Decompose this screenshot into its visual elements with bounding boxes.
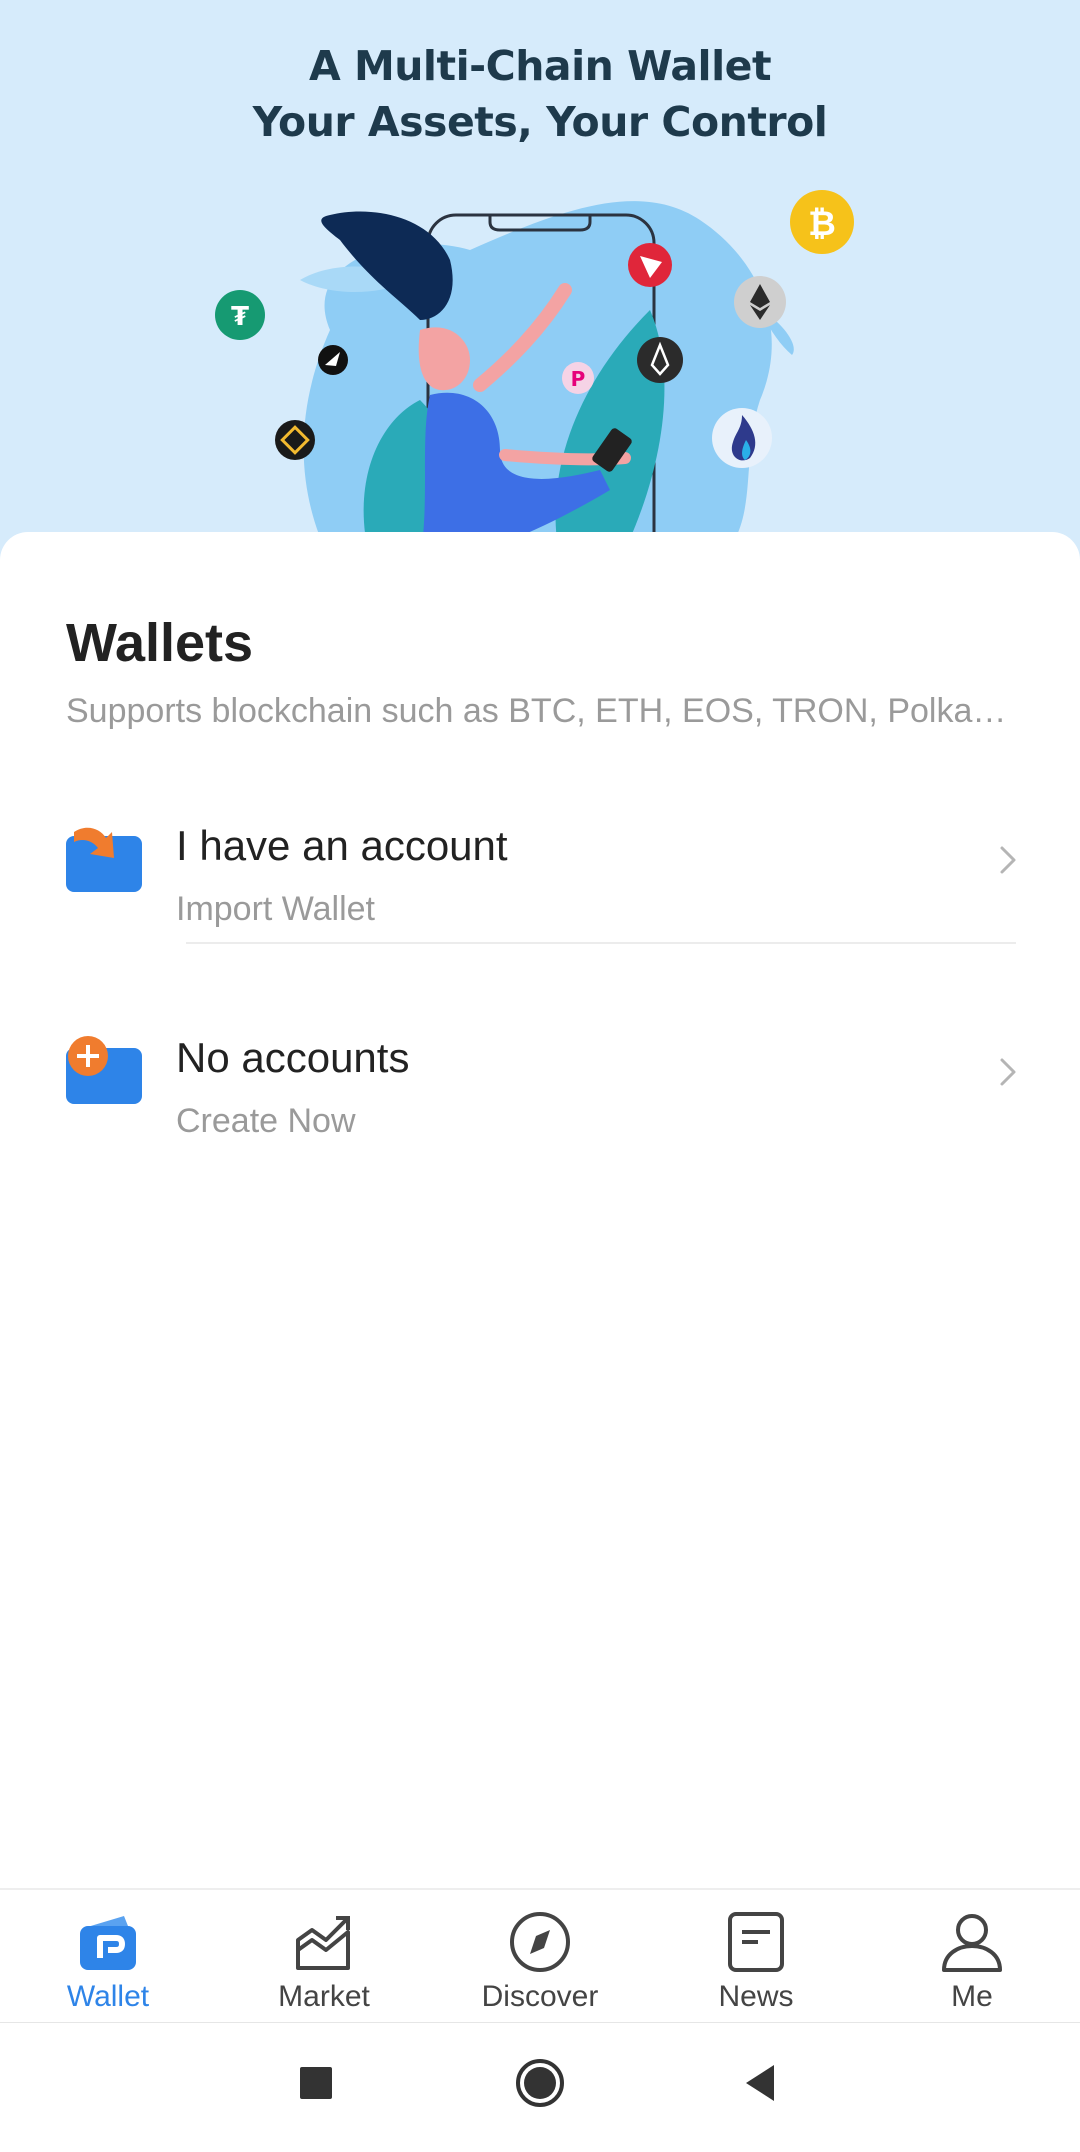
news-icon [728,1912,784,1972]
nav-label-wallet: Wallet [66,1980,150,2013]
svg-text:P: P [571,367,586,391]
import-wallet-icon [66,827,142,892]
wallets-card: Wallets Supports blockchain such as BTC,… [0,532,1080,1892]
create-wallet-icon [66,1036,142,1104]
compass-icon [510,1912,570,1972]
nav-label-discover: Discover [481,1980,599,2013]
back-button[interactable] [732,2053,792,2113]
svg-text:₿: ₿ [808,204,836,244]
market-chart-icon [296,1916,350,1970]
nav-item-me[interactable]: Me [864,1890,1080,2024]
recents-button[interactable] [286,2053,346,2113]
hero-illustration: ₿ ₮ P [215,190,854,560]
nav-item-discover[interactable]: Discover [432,1890,648,2024]
system-navigation-bar [0,2022,1080,2152]
chevron-right-icon [1000,846,1016,874]
nav-item-wallet[interactable]: Wallet [0,1890,216,2024]
chevron-right-icon [1000,1058,1016,1086]
nav-label-me: Me [951,1980,993,2013]
import-wallet-title: I have an account [176,822,508,869]
import-wallet-row[interactable]: I have an account Import Wallet [0,782,1080,982]
nav-item-news[interactable]: News [648,1890,864,2024]
wallet-icon [80,1916,136,1970]
create-wallet-subtitle: Create Now [176,1102,356,1140]
svg-text:₮: ₮ [231,302,249,332]
person-icon [942,1914,1002,1972]
nav-label-news: News [718,1980,794,2013]
home-button[interactable] [510,2053,570,2113]
row-divider [186,942,1016,944]
create-wallet-title: No accounts [176,1034,410,1081]
import-wallet-subtitle: Import Wallet [176,890,376,928]
wallets-title: Wallets [66,613,254,673]
create-wallet-row[interactable]: No accounts Create Now [0,994,1080,1194]
bottom-nav: Wallet Market Discover News Me [0,1888,1080,2024]
nav-item-market[interactable]: Market [216,1890,432,2024]
nav-label-market: Market [278,1980,370,2013]
hero-banner: A Multi-Chain Wallet Your Assets, Your C… [0,0,1080,560]
wallets-subtitle: Supports blockchain such as BTC, ETH, EO… [66,692,1016,730]
